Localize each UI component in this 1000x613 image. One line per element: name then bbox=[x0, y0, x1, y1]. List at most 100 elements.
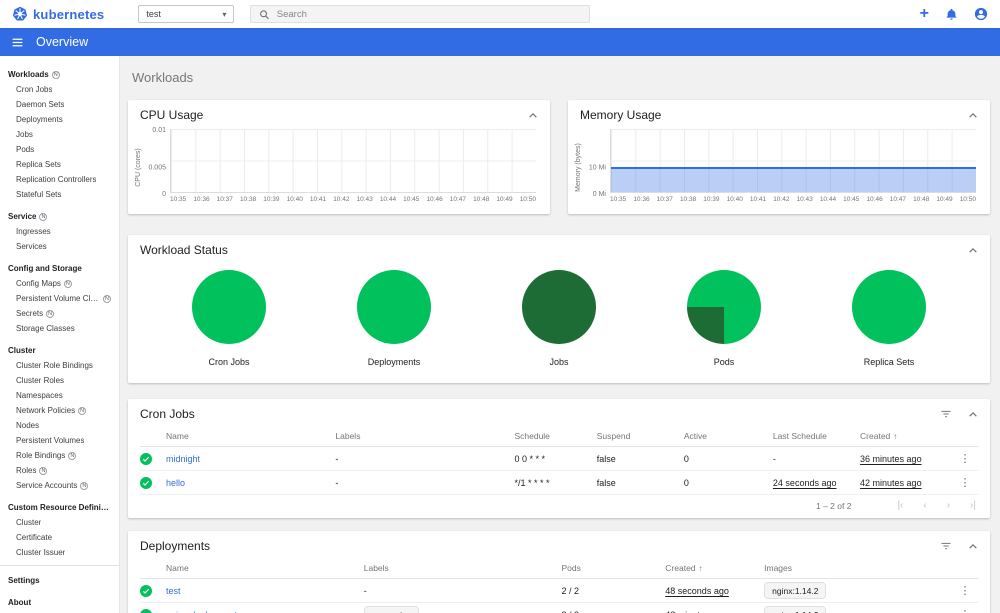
sidebar-item[interactable]: Cluster Roles bbox=[0, 373, 119, 388]
sidebar-item[interactable] bbox=[0, 565, 119, 566]
sidebar-item-label: Config Maps bbox=[16, 279, 61, 288]
sidebar-item[interactable]: Config Maps N bbox=[0, 276, 119, 291]
cronjob-name-link[interactable]: midnight bbox=[166, 447, 336, 471]
topbar: kubernetes test ▾ + bbox=[0, 0, 1000, 28]
collapse-chevron-icon[interactable] bbox=[968, 247, 978, 254]
sidebar-item[interactable]: Storage Classes bbox=[0, 321, 119, 336]
x-axis-tick: 10:38 bbox=[679, 196, 697, 203]
sidebar-item[interactable]: Cluster bbox=[0, 343, 119, 358]
filter-icon[interactable] bbox=[940, 540, 952, 552]
menu-hamburger-icon[interactable] bbox=[11, 36, 24, 49]
sidebar-item[interactable]: Ingresses bbox=[0, 224, 119, 239]
sidebar-item[interactable]: Roles N bbox=[0, 463, 119, 478]
search-input[interactable] bbox=[276, 8, 582, 20]
kubernetes-logo-icon bbox=[12, 6, 28, 21]
sidebar-item-label: Daemon Sets bbox=[16, 100, 65, 109]
deployment-created: 42 minutes ago bbox=[665, 610, 727, 613]
x-axis-tick: 10:42 bbox=[333, 196, 350, 203]
sidebar-item[interactable]: Service N bbox=[0, 209, 119, 224]
deployment-created: 48 seconds ago bbox=[665, 585, 729, 596]
memory-usage-card: Memory Usage Memory (bytes) 10 Mi 0 Mi 1… bbox=[568, 100, 990, 214]
sidebar-item-label: Roles bbox=[16, 466, 37, 475]
sidebar-item[interactable]: Stateful Sets bbox=[0, 187, 119, 202]
sidebar-item[interactable]: Pods bbox=[0, 142, 119, 157]
card-title: Cron Jobs bbox=[140, 407, 195, 421]
last-page-icon[interactable]: ›| bbox=[970, 500, 976, 511]
sidebar-item[interactable]: Workloads N bbox=[0, 67, 119, 82]
sidebar-item[interactable]: Role Bindings N bbox=[0, 448, 119, 463]
sidebar-item[interactable]: Service Accounts N bbox=[0, 478, 119, 493]
namespace-select[interactable]: test ▾ bbox=[138, 5, 235, 23]
deployment-name-link[interactable]: nginx-deployment bbox=[166, 603, 364, 613]
column-header: Suspend bbox=[596, 426, 684, 447]
sidebar-item[interactable]: Cluster Issuer bbox=[0, 545, 119, 560]
row-menu-button[interactable]: ⋮ bbox=[952, 447, 978, 471]
column-header-sorted[interactable]: Created ↑ bbox=[860, 426, 952, 447]
image-chip: nginx:1.14.2 bbox=[764, 606, 827, 613]
sidebar-item[interactable]: Daemon Sets bbox=[0, 97, 119, 112]
collapse-chevron-icon[interactable] bbox=[968, 112, 978, 119]
cronjob-active: 0 bbox=[683, 471, 773, 495]
deployments-card: Deployments Name Labels Pods Created ↑ I… bbox=[128, 531, 990, 613]
sidebar-item[interactable]: Secrets N bbox=[0, 306, 119, 321]
sidebar-item-label: Cluster bbox=[8, 346, 36, 355]
sidebar-item-label: Services bbox=[16, 242, 47, 251]
filter-icon[interactable] bbox=[940, 408, 952, 420]
collapse-chevron-icon[interactable] bbox=[968, 411, 978, 418]
row-menu-button[interactable]: ⋮ bbox=[952, 471, 978, 495]
sidebar-item[interactable]: Settings bbox=[0, 573, 119, 588]
column-header-sorted[interactable]: Created ↑ bbox=[665, 558, 765, 579]
sidebar-item[interactable]: Persistent Volumes bbox=[0, 433, 119, 448]
next-page-icon[interactable]: › bbox=[947, 500, 950, 511]
memory-usage-series bbox=[611, 166, 976, 192]
row-menu-button[interactable]: ⋮ bbox=[951, 579, 978, 603]
sidebar-item[interactable]: Namespaces bbox=[0, 388, 119, 403]
first-page-icon[interactable]: |‹ bbox=[897, 500, 903, 511]
x-axis-tick: 10:45 bbox=[403, 196, 420, 203]
column-header: Pods bbox=[561, 558, 666, 579]
sidebar-item[interactable]: Persistent Volume Claims N bbox=[0, 291, 119, 306]
sidebar-item[interactable]: Cron Jobs bbox=[0, 82, 119, 97]
search-icon bbox=[260, 9, 270, 19]
sidebar-item[interactable]: Cluster Role Bindings bbox=[0, 358, 119, 373]
sidebar-item[interactable]: Certificate bbox=[0, 530, 119, 545]
x-axis-tick: 10:43 bbox=[356, 196, 373, 203]
previous-page-icon[interactable]: ‹ bbox=[923, 500, 926, 511]
search-box[interactable] bbox=[250, 5, 591, 23]
x-axis-tick: 10:36 bbox=[193, 196, 210, 203]
x-axis-tick: 10:40 bbox=[286, 196, 303, 203]
card-title: CPU Usage bbox=[140, 108, 204, 122]
sidebar-item-label: Settings bbox=[8, 576, 40, 585]
sidebar-item[interactable]: Replica Sets bbox=[0, 157, 119, 172]
sidebar-item-label: Service bbox=[8, 212, 37, 221]
namespaced-badge: N bbox=[46, 309, 55, 318]
deployments-table: Name Labels Pods Created ↑ Images test - … bbox=[128, 558, 990, 613]
sidebar-item[interactable]: Cluster bbox=[0, 515, 119, 530]
cronjob-active: 0 bbox=[683, 447, 773, 471]
card-title: Deployments bbox=[140, 539, 211, 553]
x-axis-tick: 10:50 bbox=[519, 196, 536, 203]
sidebar-item[interactable]: Replication Controllers bbox=[0, 172, 119, 187]
sidebar-item[interactable]: Custom Resource Definitions bbox=[0, 500, 119, 515]
cronjob-name-link[interactable]: hello bbox=[166, 471, 336, 495]
sidebar-item[interactable]: About bbox=[0, 595, 119, 610]
column-header: Active bbox=[683, 426, 773, 447]
pie-chart-label: Cron Jobs bbox=[208, 357, 250, 367]
x-axis-tick: 10:49 bbox=[496, 196, 513, 203]
cronjob-last-schedule: - bbox=[772, 447, 861, 471]
status-pie-charts: Cron Jobs Deployments Jobs Pods Replica … bbox=[128, 262, 990, 383]
sidebar-item[interactable]: Config and Storage bbox=[0, 261, 119, 276]
collapse-chevron-icon[interactable] bbox=[968, 543, 978, 550]
sidebar-item[interactable]: Deployments bbox=[0, 112, 119, 127]
collapse-chevron-icon[interactable] bbox=[528, 112, 538, 119]
sidebar-item[interactable]: Network Policies N bbox=[0, 403, 119, 418]
sidebar-item[interactable]: Nodes bbox=[0, 418, 119, 433]
create-resource-button[interactable]: + bbox=[920, 6, 929, 22]
brand-home-link[interactable]: kubernetes bbox=[12, 6, 104, 22]
notifications-bell-icon[interactable] bbox=[945, 8, 958, 21]
sidebar-item[interactable]: Jobs bbox=[0, 127, 119, 142]
sidebar-item[interactable]: Services bbox=[0, 239, 119, 254]
user-account-icon[interactable] bbox=[974, 7, 988, 21]
row-menu-button[interactable]: ⋮ bbox=[952, 603, 978, 613]
deployment-name-link[interactable]: test bbox=[166, 579, 364, 603]
